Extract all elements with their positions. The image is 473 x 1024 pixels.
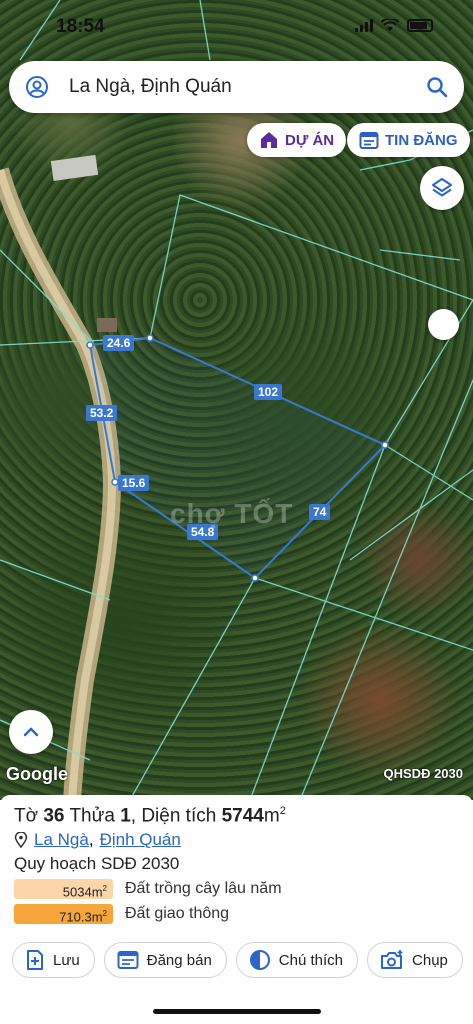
camera-add-icon: [381, 950, 403, 969]
planning-area-value: 5034m: [62, 884, 103, 900]
action-bar: Lưu Đăng bán Chú thích Chụp: [12, 942, 463, 978]
layers-icon: [432, 178, 452, 197]
building: [97, 318, 117, 332]
post-sale-button-label: Đăng bán: [146, 951, 212, 969]
planning-item[interactable]: 710.3m2 Đất giao thông: [14, 904, 459, 925]
location-pin-icon: [14, 832, 28, 849]
expand-up-button[interactable]: [9, 710, 53, 754]
area-label: Diện tích: [141, 805, 217, 827]
search-bar[interactable]: La Ngà, Định Quán: [9, 61, 464, 113]
map-overlay: [0, 0, 473, 800]
sheet-prefix: Tờ: [14, 805, 39, 827]
status-icons: [355, 19, 433, 32]
planning-type-label: Đất giao thông: [125, 905, 230, 923]
area-unit: m: [263, 805, 280, 827]
map-view[interactable]: 18:54 La Ngà, Định Quán DỰ ÁN TIN ĐĂNG 2…: [0, 0, 473, 800]
road: [0, 167, 122, 800]
tin-dang-button[interactable]: TIN ĐĂNG: [347, 123, 470, 157]
chevron-up-icon: [23, 727, 39, 737]
house-icon: [261, 132, 277, 148]
map-source-label: QHSDĐ 2030: [383, 766, 463, 781]
du-an-label: DỰ ÁN: [285, 131, 335, 149]
planning-type-label: Đất trồng cây lâu năm: [125, 880, 282, 898]
area-value: 5744: [221, 805, 264, 827]
parcel-boundary[interactable]: [88, 336, 387, 580]
planning-area-exponent: 2: [102, 909, 107, 919]
save-button-label: Lưu: [53, 951, 80, 969]
bookmark-add-icon: [27, 950, 43, 970]
segment-label: 102: [254, 384, 283, 400]
area-unit-exponent: 2: [279, 805, 286, 817]
wifi-icon: [381, 19, 399, 31]
du-an-button[interactable]: DỰ ÁN: [247, 123, 347, 157]
post-sale-button[interactable]: Đăng bán: [103, 942, 227, 978]
separator: ,: [130, 805, 137, 827]
battery-icon: [407, 19, 433, 32]
search-input[interactable]: La Ngà, Định Quán: [69, 76, 426, 98]
planning-area-chip: 710.3m2: [14, 904, 113, 925]
segment-label: 24.6: [103, 335, 135, 351]
user-circle-icon[interactable]: [25, 75, 49, 99]
planning-area-exponent: 2: [102, 884, 107, 894]
search-icon[interactable]: [426, 76, 448, 98]
parcel-title: Tờ 36 Thửa 1, Diện tích 5744m2: [14, 805, 459, 827]
legend-button[interactable]: Chú thích: [235, 942, 359, 978]
building: [50, 154, 99, 181]
segment-label: 74: [309, 504, 331, 520]
planning-area-value: 710.3m: [59, 909, 103, 925]
planning-title: Quy hoạch SDĐ 2030: [14, 854, 180, 874]
capture-button-label: Chụp: [412, 951, 448, 969]
status-time: 18:54: [56, 16, 105, 37]
home-indicator[interactable]: [153, 1009, 321, 1014]
map-drag-handle[interactable]: [428, 309, 459, 340]
watermark: chợ TỐT: [170, 498, 294, 529]
parcel-number: 1: [120, 805, 131, 827]
ward-link[interactable]: La Ngà: [34, 830, 89, 850]
save-button[interactable]: Lưu: [12, 942, 95, 978]
segment-label: 15.6: [118, 475, 150, 491]
layers-button[interactable]: [420, 166, 464, 210]
legend-button-label: Chú thích: [278, 951, 344, 969]
cellular-signal-icon: [355, 19, 373, 32]
google-logo: Google: [6, 764, 68, 784]
planning-item[interactable]: 5034m2 Đất trồng cây lâu năm: [14, 879, 459, 900]
tin-dang-label: TIN ĐĂNG: [385, 131, 458, 149]
separator: ,: [88, 830, 94, 850]
sheet-number: 36: [43, 805, 65, 827]
calendar-list-icon: [359, 132, 379, 149]
listing-icon: [117, 951, 139, 969]
location-row: La Ngà, Định Quán: [14, 830, 459, 850]
legend-icon: [249, 950, 270, 970]
capture-button[interactable]: Chụp: [367, 942, 463, 978]
parcel-info-sheet: Tờ 36 Thửa 1, Diện tích 5744m2 La Ngà, Đ…: [0, 795, 473, 1024]
district-link[interactable]: Định Quán: [100, 830, 181, 850]
segment-label: 53.2: [86, 405, 118, 421]
parcel-label: Thửa: [69, 805, 115, 827]
planning-area-chip: 5034m2: [14, 879, 113, 900]
